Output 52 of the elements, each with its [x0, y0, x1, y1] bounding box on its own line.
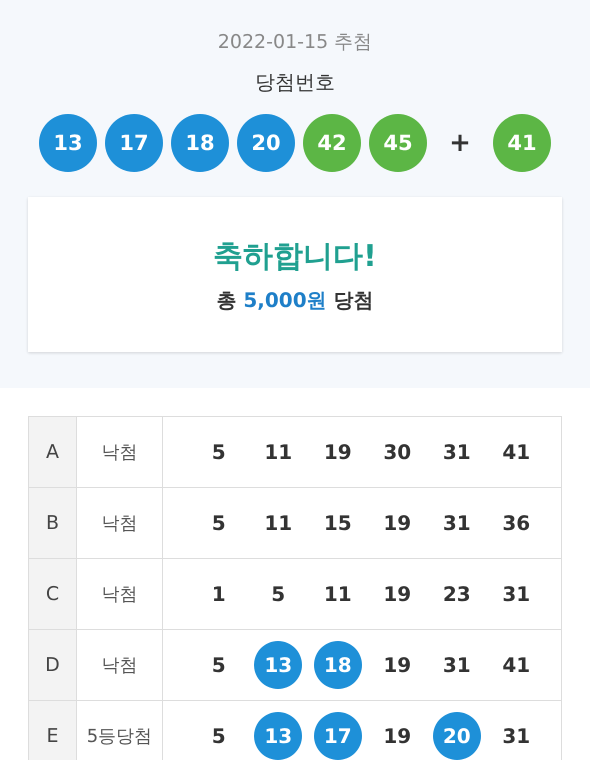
plus-sign: + — [448, 128, 472, 158]
status-cell: 낙첨 — [77, 417, 163, 487]
ticket-number: 1 — [210, 581, 227, 608]
ticket-number: 31 — [501, 723, 532, 750]
status-cell: 낙첨 — [77, 488, 163, 558]
number-ball: 45 — [369, 114, 427, 172]
game-cell: A — [29, 417, 77, 487]
number-ball: 20 — [237, 114, 295, 172]
ticket-number: 11 — [263, 510, 294, 537]
ticket-number: 41 — [501, 439, 532, 466]
ticket-number: 31 — [442, 439, 472, 466]
ticket-number: 5 — [210, 723, 227, 750]
ticket-number: 19 — [322, 439, 353, 466]
matched-number: 20 — [432, 712, 481, 760]
ticket-number: 11 — [322, 581, 353, 608]
ticket-number: 5 — [270, 581, 286, 608]
ticket-number: 41 — [501, 652, 532, 679]
draw-date: 2022-01-15 추첨 — [218, 30, 372, 55]
ticket-number: 19 — [382, 510, 412, 537]
status-cell: 낙첨 — [77, 630, 163, 700]
number-ball: 18 — [171, 114, 229, 172]
ticket-number: 19 — [382, 581, 412, 608]
number-ball: 13 — [39, 114, 97, 172]
status-cell: 5등당첨 — [77, 701, 163, 760]
game-cell: E — [29, 701, 77, 760]
bonus-ball: 41 — [493, 114, 551, 172]
game-cell: C — [29, 559, 77, 629]
game-cell: B — [29, 488, 77, 558]
ticket-number: 19 — [382, 723, 412, 750]
ticket-number: 19 — [382, 652, 412, 679]
game-cell: D — [29, 630, 77, 700]
ticket-number: 31 — [442, 510, 472, 537]
ticket-number: 11 — [263, 439, 294, 466]
ticket-number: 31 — [501, 581, 532, 608]
matched-number: 18 — [314, 641, 362, 689]
matched-number: 17 — [314, 712, 362, 760]
matched-number: 13 — [254, 641, 302, 689]
prize-summary: 총 5,000원 당첨 — [216, 286, 374, 314]
number-ball: 42 — [303, 114, 361, 172]
ticket-number: 31 — [442, 652, 472, 679]
number-ball: 17 — [105, 114, 163, 172]
ticket-number: 5 — [210, 439, 227, 466]
matched-number: 13 — [254, 712, 302, 760]
congrats-title: 축하합니다! — [213, 238, 377, 276]
winning-numbers-label: 당첨번호 — [255, 69, 335, 96]
ticket-number: 23 — [442, 581, 472, 608]
ticket-number: 30 — [382, 439, 412, 466]
ticket-number: 5 — [210, 510, 227, 537]
ticket-number: 5 — [210, 652, 227, 679]
status-cell: 낙첨 — [77, 559, 163, 629]
ticket-number: 15 — [322, 510, 353, 537]
ticket-number: 36 — [501, 510, 532, 537]
